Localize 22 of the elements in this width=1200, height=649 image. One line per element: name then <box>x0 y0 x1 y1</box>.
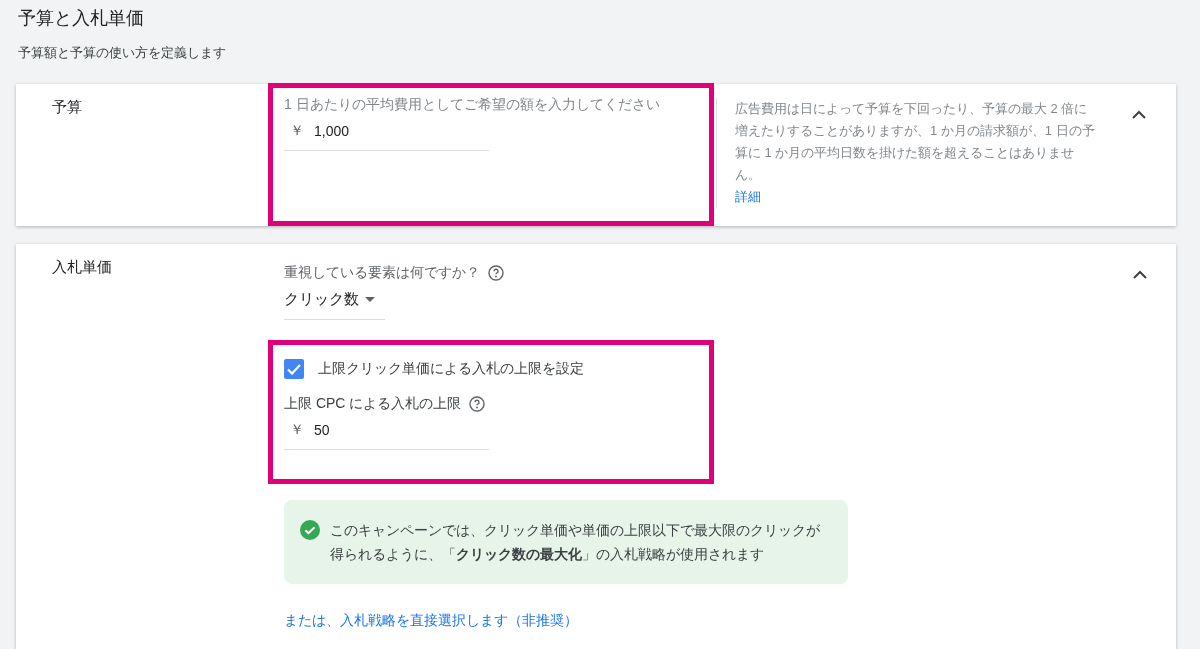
check-circle-icon <box>300 520 320 540</box>
bid-strategy-link[interactable]: または、入札戦略を直接選択します（非推奨） <box>284 612 578 630</box>
chevron-up-icon <box>1133 269 1147 279</box>
question-label: 重視している要素は何ですか？ <box>284 264 480 282</box>
bidding-label: 入札単価 <box>51 257 113 277</box>
details-link[interactable]: 詳細 <box>735 186 761 208</box>
help-icon[interactable] <box>469 396 486 412</box>
budget-input-field[interactable]: ￥ 1,000 <box>284 114 489 151</box>
field-label: 1 日あたりの平均費用としてご希望の額を入力してください <box>284 96 661 114</box>
help-icon[interactable] <box>488 265 504 281</box>
budget-label: 予算 <box>51 97 83 117</box>
checkbox-label: 上限クリック単価による入札の上限を設定 <box>318 360 584 378</box>
checkbox[interactable] <box>284 359 304 379</box>
section-subtitle: 予算額と予算の使い方を定義します <box>18 44 227 62</box>
chevron-up-icon <box>1132 109 1146 119</box>
dropdown-arrow-icon <box>365 297 375 302</box>
focus-dropdown[interactable]: クリック数 <box>284 290 385 320</box>
field-label: 上限 CPC による入札の上限 <box>284 395 462 413</box>
help-text: 広告費用は日によって予算を下回ったり、予算の最大 2 倍に増えたりすることがありますが、1 か月の請求額が、1 日の予算に 1 か月の平均日数を掛けた額を超えることはありません。 <box>735 101 1095 182</box>
section-title: 予算と入札単価 <box>18 7 145 30</box>
max-cpc-input-field[interactable]: ￥ 50 <box>284 413 489 450</box>
info-text: このキャンペーンでは、クリック単価や単価の上限以下で最大限のクリックが得られるように、「クリック数の最大化」の入札戦略が使用されます <box>330 521 821 564</box>
